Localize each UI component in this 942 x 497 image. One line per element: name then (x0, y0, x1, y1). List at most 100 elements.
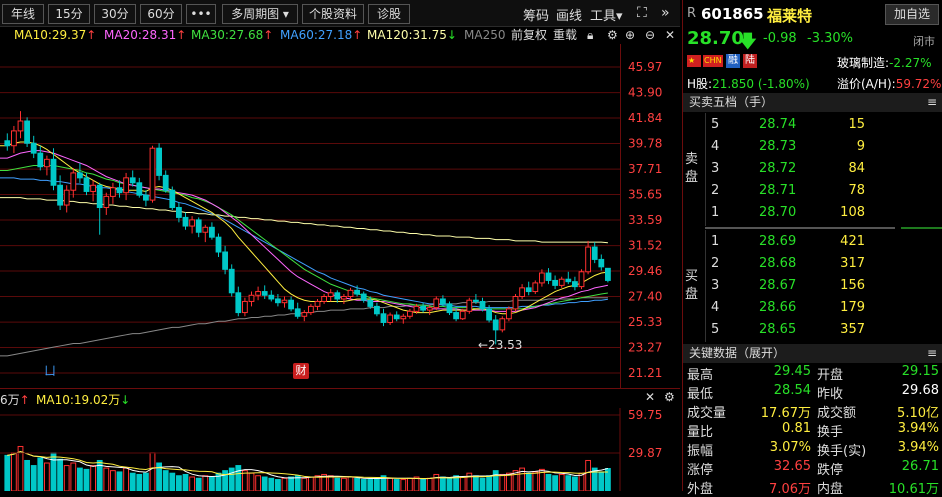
candle-body (17, 120, 24, 132)
candle-body (182, 216, 189, 227)
period-60min-button[interactable]: 60分 (140, 4, 182, 24)
volume-bar (189, 476, 195, 491)
chn-tag[interactable]: CHN (703, 55, 723, 67)
stock-name: 福莱特 (767, 7, 813, 25)
price-change: -0.98 (763, 31, 797, 46)
candle-body (4, 140, 11, 147)
candle-body (367, 299, 374, 307)
volume-bar (314, 475, 321, 491)
period-year-button[interactable]: 年线 (2, 4, 44, 24)
volume-bar (30, 465, 37, 491)
volume-bar (77, 467, 83, 491)
low-price-marker: ←23.53 (478, 338, 523, 352)
order-book-row[interactable]: 5 28.65 357 (683, 320, 942, 342)
market-status: 闭市 (913, 35, 935, 48)
h-share-info[interactable]: H股:21.850 (-1.80%) (687, 75, 810, 92)
ma250-legend: MA250 (464, 28, 506, 42)
order-price: 28.74 (759, 117, 797, 132)
menu-icon[interactable]: ≡ (927, 93, 937, 112)
add-watchlist-button[interactable]: 加自选 (885, 4, 939, 25)
volume-chart[interactable]: 59.75 29.87 (0, 408, 680, 491)
candle-body (506, 308, 512, 320)
candle-body (499, 318, 506, 331)
candle-body (294, 308, 301, 317)
order-book-row[interactable]: 5 28.74 15 (683, 115, 942, 137)
candle-body (116, 187, 123, 194)
menu-icon[interactable]: ≡ (927, 344, 937, 363)
candle-body (341, 296, 347, 300)
double-chevron-right-icon[interactable]: » (661, 5, 670, 21)
candle-body (426, 307, 433, 311)
order-book-row[interactable]: 1 28.70 108 (683, 203, 942, 225)
close-icon[interactable]: ✕ (645, 390, 655, 404)
candle-body (453, 312, 460, 320)
draw-line-button[interactable]: 画线 (556, 5, 582, 24)
chips-button[interactable]: 筹码 (523, 5, 549, 24)
candle-body (50, 158, 57, 186)
connect-tag[interactable]: 陆 (743, 54, 757, 68)
ma20-line (0, 150, 609, 312)
multi-period-label: 多周期图 (231, 7, 280, 21)
overlay-button[interactable]: 重载 (553, 26, 577, 44)
tools-menu[interactable]: 工具▾ (590, 5, 623, 24)
margin-tag[interactable]: 融 (726, 54, 740, 68)
zoom-out-icon[interactable]: ⊖ (645, 26, 655, 44)
sector-info[interactable]: 玻璃制造:-2.27% (837, 54, 932, 71)
period-15min-button[interactable]: 15分 (48, 4, 90, 24)
zoom-in-icon[interactable]: ⊕ (625, 26, 635, 44)
candle-body (334, 292, 341, 300)
financial-report-badge[interactable]: 财 (293, 363, 309, 379)
key-data-label: 开盘 (817, 368, 844, 383)
candle-body (275, 298, 281, 304)
candle-body (169, 189, 176, 209)
key-data-header[interactable]: 关键数据（展开） ≡ (683, 344, 942, 363)
order-book-row[interactable]: 3 28.67 156 (683, 276, 942, 298)
candle-body (446, 303, 453, 314)
dropdown-caret-icon: ▾ (616, 9, 623, 24)
order-book-row[interactable]: 3 28.72 84 (683, 159, 942, 181)
more-periods-button[interactable]: ••• (186, 4, 216, 24)
order-book-header[interactable]: 买卖五档（手） ≡ (683, 93, 942, 112)
diagnose-button[interactable]: 诊股 (368, 4, 410, 24)
candle-body (321, 296, 328, 302)
price-tick-label: 43.90 (628, 86, 662, 100)
candlestick-chart[interactable]: 45.97 43.90 41.84 39.78 37.71 35.65 33.59 31.52… (0, 44, 680, 388)
order-price: 28.71 (759, 183, 797, 198)
sector-label: 玻璃制造 (837, 56, 886, 70)
period-30min-button[interactable]: 30分 (94, 4, 136, 24)
volume-bar (499, 473, 506, 491)
order-book-row[interactable]: 1 28.69 421 (683, 232, 942, 254)
order-book-row[interactable]: 4 28.66 179 (683, 298, 942, 320)
candle-body (572, 281, 578, 288)
event-marker-icon[interactable]: ㄩ (44, 362, 56, 379)
gear-icon[interactable]: ⚙ (607, 26, 618, 44)
volume-bar (532, 471, 539, 491)
price-tick-label: 29.46 (628, 264, 662, 278)
key-data-label: 量比 (687, 425, 714, 440)
order-book-row[interactable]: 2 28.68 317 (683, 254, 942, 276)
order-book-row[interactable]: 2 28.71 78 (683, 181, 942, 203)
order-level: 3 (711, 278, 720, 293)
candle-body (37, 152, 44, 168)
price-tick-label: 31.52 (628, 239, 662, 253)
close-icon[interactable]: ✕ (665, 26, 675, 44)
candle-body (301, 312, 308, 317)
volume-bar (136, 473, 143, 491)
key-data-value: 7.06万 (769, 482, 811, 497)
order-book-row[interactable]: 4 28.73 9 (683, 137, 942, 159)
candle-body (591, 246, 598, 260)
lock-icon[interactable]: 🔒︎ (587, 26, 593, 44)
candle-body (380, 313, 387, 323)
volume-bar (407, 477, 413, 491)
order-price: 28.67 (759, 278, 797, 293)
expand-icon[interactable]: ⛶ (637, 5, 647, 21)
stock-info-button[interactable]: 个股资料 (302, 4, 364, 24)
multi-period-dropdown[interactable]: 多周期图 ▾ (222, 4, 298, 24)
volume-bar (90, 465, 96, 491)
key-data-value: 29.68 (901, 383, 939, 398)
adjust-mode-button[interactable]: 前复权 (511, 26, 547, 44)
key-data-label: 内盘 (817, 482, 844, 497)
gear-icon[interactable]: ⚙ (664, 390, 675, 404)
price-tick-label: 23.27 (628, 341, 662, 355)
candle-body (235, 292, 242, 314)
